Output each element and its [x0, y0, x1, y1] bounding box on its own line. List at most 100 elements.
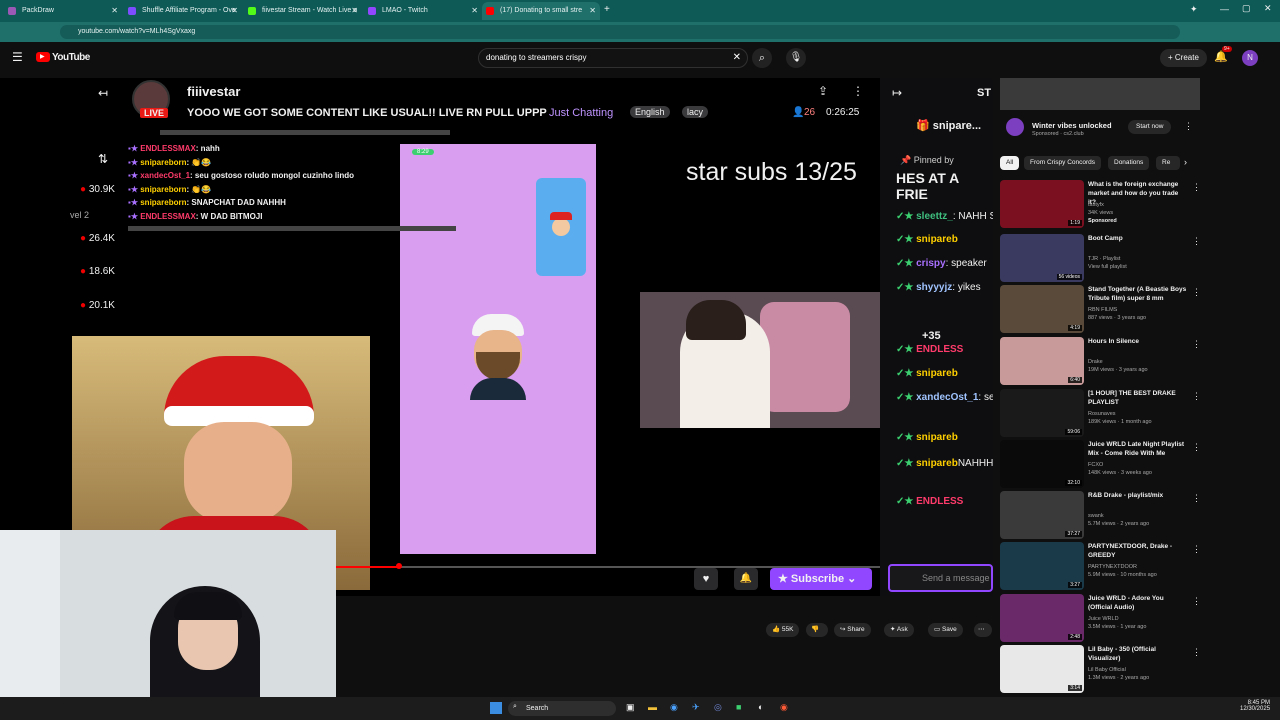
task-view-icon[interactable]: ▣: [626, 702, 635, 713]
chat-user[interactable]: sleettz_: [916, 211, 953, 222]
minimize-icon[interactable]: —: [1220, 4, 1229, 14]
video-more-icon[interactable]: ⋮: [1192, 236, 1201, 247]
video-thumbnail[interactable]: 32:10: [1000, 440, 1084, 488]
share-icon[interactable]: ⇪: [818, 84, 828, 98]
ad-banner-image[interactable]: [1000, 78, 1200, 110]
taskbar-clock[interactable]: 8:45 PM 12/30/2025: [1240, 700, 1270, 712]
video-more-icon[interactable]: ⋮: [1192, 391, 1201, 402]
video-recommendation[interactable]: 4:19 Stand Together (A Beastie Boys Tribu…: [1000, 285, 1201, 333]
video-thumbnail[interactable]: 3:27: [1000, 542, 1084, 590]
maximize-icon[interactable]: ▢: [1242, 3, 1251, 14]
youtube-logo-text[interactable]: YouTube: [52, 52, 90, 63]
notification-bell-icon[interactable]: 🔔: [734, 568, 758, 590]
chip-crispy[interactable]: From Crispy Concords: [1024, 156, 1102, 170]
close-tab-icon[interactable]: ✕: [111, 2, 118, 20]
share-button[interactable]: ↪ Share: [834, 623, 871, 637]
search-input[interactable]: donating to streamers crispy ✕: [478, 48, 748, 68]
video-more-icon[interactable]: ⋮: [1192, 182, 1201, 193]
video-recommendation[interactable]: 2:48 Juice WRLD - Adore You (Official Aud…: [1000, 594, 1201, 642]
video-title[interactable]: Boot Camp: [1088, 234, 1188, 243]
url-field[interactable]: youtube.com/watch?v=MLh4SgVxaxg: [60, 25, 1180, 39]
video-channel[interactable]: swank: [1088, 513, 1104, 519]
browser-tab[interactable]: LMAO - Twitch ✕: [364, 2, 482, 20]
video-recommendation[interactable]: 6:40 Hours In Silence Drake 19M views · 3 y…: [1000, 337, 1201, 385]
chat-user[interactable]: ENDLESS: [916, 344, 963, 355]
video-channel[interactable]: FCXO: [1088, 462, 1103, 468]
close-window-icon[interactable]: ✕: [1264, 3, 1272, 14]
video-thumbnail[interactable]: 59:06: [1000, 389, 1084, 437]
video-thumbnail[interactable]: 56 videos: [1000, 234, 1084, 282]
video-title[interactable]: Stand Together (A Beastie Boys Tribute f…: [1088, 285, 1188, 303]
video-channel[interactable]: Juice WRLD: [1088, 616, 1119, 622]
video-thumbnail[interactable]: 3:14: [1000, 645, 1084, 693]
video-title[interactable]: R&B Drake - playlist/mix: [1088, 491, 1188, 500]
chat-user[interactable]: ENDLESS: [916, 496, 963, 507]
chat-user[interactable]: snipareb: [916, 368, 958, 379]
chip-donations[interactable]: Donations: [1108, 156, 1150, 170]
video-title[interactable]: [1 HOUR] THE BEST DRAKE PLAYLIST: [1088, 389, 1188, 407]
video-more-icon[interactable]: ⋮: [1192, 339, 1201, 350]
tag-lacy[interactable]: lacy: [682, 106, 709, 118]
more-options-icon[interactable]: ⋮: [852, 84, 864, 98]
ad-more-icon[interactable]: ⋮: [1184, 121, 1193, 132]
chat-user[interactable]: xandecOst_1: [916, 392, 978, 403]
video-more-icon[interactable]: ⋮: [1192, 596, 1201, 607]
clear-search-icon[interactable]: ✕: [733, 49, 741, 67]
windows-start-icon[interactable]: [490, 702, 502, 714]
video-recommendation[interactable]: 3:14 Lil Baby - 350 (Official Visualizer)…: [1000, 645, 1201, 693]
obs-icon[interactable]: ◐: [758, 702, 763, 712]
video-recommendation[interactable]: 37:27 R&B Drake - playlist/mix swank 5.7M v…: [1000, 491, 1201, 539]
app-icon[interactable]: ■: [736, 702, 741, 712]
video-title[interactable]: Lil Baby - 350 (Official Visualizer): [1088, 645, 1188, 663]
channel-name[interactable]: fiiivestar: [187, 84, 240, 99]
steam-icon[interactable]: ✈: [692, 702, 700, 713]
video-player[interactable]: ↤ LIVE fiiivestar YOOO WE GOT SOME CONTE…: [0, 78, 880, 596]
tag-english[interactable]: English: [630, 106, 670, 118]
browser-tab-active[interactable]: (17) Donating to small stre ✕: [482, 2, 600, 20]
video-more-icon[interactable]: ⋮: [1192, 287, 1201, 298]
chat-user[interactable]: snipareb: [916, 432, 958, 443]
video-thumbnail[interactable]: 2:48: [1000, 594, 1084, 642]
video-recommendation[interactable]: 32:10 Juice WRLD Late Night Playlist Mix …: [1000, 440, 1201, 488]
chip-related[interactable]: Re: [1156, 156, 1180, 170]
video-more-icon[interactable]: ⋮: [1192, 442, 1201, 453]
video-title[interactable]: Juice WRLD - Adore You (Official Audio): [1088, 594, 1188, 612]
menu-icon[interactable]: ☰: [12, 50, 23, 64]
video-thumbnail[interactable]: 37:27: [1000, 491, 1084, 539]
save-button[interactable]: ▭ Save: [928, 623, 963, 637]
close-tab-icon[interactable]: ✕: [589, 2, 596, 20]
more-actions-icon[interactable]: ⋯: [974, 623, 992, 637]
chrome-icon[interactable]: ◉: [670, 702, 678, 713]
video-recommendation[interactable]: 56 videos Boot Camp TJR · Playlist View ful…: [1000, 234, 1201, 282]
video-thumbnail[interactable]: 1:19: [1000, 180, 1084, 228]
video-title[interactable]: Juice WRLD Late Night Playlist Mix - Com…: [1088, 440, 1188, 458]
seek-handle[interactable]: [396, 563, 402, 569]
more-messages-button[interactable]: +35: [922, 330, 941, 342]
chat-user[interactable]: snipareb: [916, 458, 958, 469]
swap-icon[interactable]: ⇅: [98, 152, 108, 166]
video-thumbnail[interactable]: 4:19: [1000, 285, 1084, 333]
browser-tab[interactable]: PackDraw ✕: [4, 2, 122, 20]
collapse-icon[interactable]: ↤: [98, 86, 108, 100]
chat-input[interactable]: Send a message: [888, 564, 993, 592]
chevron-right-icon[interactable]: ›: [1184, 157, 1187, 167]
microphone-icon[interactable]: 🎙: [786, 48, 806, 68]
chip-all[interactable]: All: [1000, 156, 1020, 170]
taskbar-search[interactable]: Search: [508, 701, 616, 716]
video-channel[interactable]: TJR · Playlist: [1088, 256, 1120, 262]
expand-chat-icon[interactable]: ↦: [892, 86, 902, 100]
video-channel[interactable]: tastyfx: [1088, 202, 1104, 208]
close-tab-icon[interactable]: ✕: [471, 2, 478, 20]
video-thumbnail[interactable]: 6:40: [1000, 337, 1084, 385]
browser-icon[interactable]: ◉: [780, 702, 788, 713]
ad-card[interactable]: Winter vibes unlocked Sponsored · cs2.cl…: [1000, 112, 1200, 142]
video-recommendation[interactable]: 59:06 [1 HOUR] THE BEST DRAKE PLAYLIST Ros…: [1000, 389, 1201, 437]
new-tab-icon[interactable]: +: [604, 4, 610, 15]
subscribe-button[interactable]: ★ Subscribe ⌄: [770, 568, 872, 590]
like-button[interactable]: 👍 55K: [766, 623, 800, 637]
video-channel[interactable]: PARTYNEXTDOOR: [1088, 564, 1137, 570]
video-recommendation[interactable]: 1:19 What is the foreign exchange market …: [1000, 180, 1201, 228]
video-channel[interactable]: Rosunaves: [1088, 411, 1116, 417]
search-icon[interactable]: ⌕: [752, 48, 772, 68]
video-channel[interactable]: RBN FILMS: [1088, 307, 1117, 313]
